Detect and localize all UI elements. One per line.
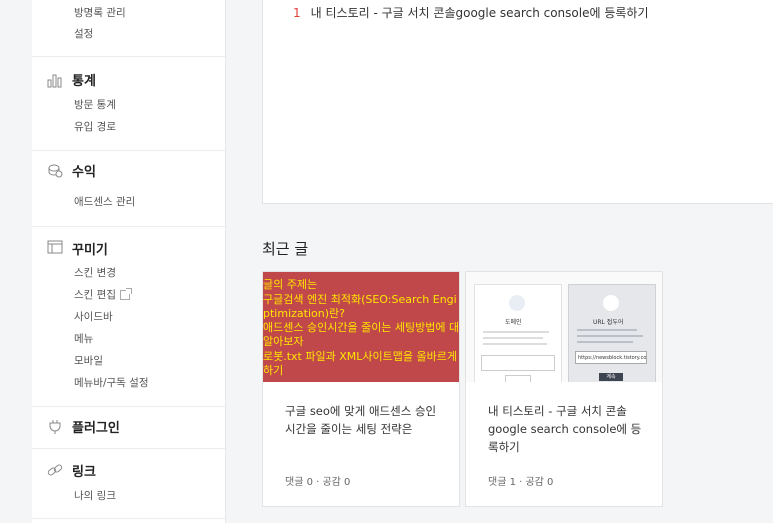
post-thumbnail: 도메인 URL 접두어 https://newsblock.tistory.co… [466,272,662,382]
popular-posts-panel: 1 내 티스토리 - 구글 서치 콘솔google search console에… [262,0,773,204]
thumb-url-field: https://newsblock.tistory.com/ [575,351,647,364]
decorate-section: 꾸미기 스킨 변경 스킨 편집 사이드바 메뉴 모바일 메뉴바/구독 설정 [32,226,225,407]
revenue-section: 수익 애드센스 관리 [32,150,225,227]
thumb-text-line: 알아보자 [263,335,304,348]
url-prefix-option-panel: URL 접두어 https://newsblock.tistory.com/ 계… [568,284,656,382]
post-card[interactable]: 글의 주제는 구글검색 엔진 최적화(SEO:Search Engi ptimi… [262,271,460,507]
stats-section: 통계 방문 통계 유입 경로 [32,56,225,151]
popular-post-row[interactable]: 1 내 티스토리 - 구글 서치 콘솔google search console에… [293,4,648,21]
globe-icon [603,295,619,311]
thumb-line [577,335,643,337]
thumb-text-line: 로봇.txt 파일과 XML사이트맵을 올바르게 [263,350,457,363]
link-icon [47,464,63,476]
post-meta: 댓글 0 · 공감 0 [285,477,351,488]
layout-icon [47,240,63,254]
sidebar-item-settings[interactable]: 설정 [74,26,93,41]
revenue-heading[interactable]: 수익 [72,161,96,180]
plugin-heading[interactable]: 플러그인 [72,417,120,436]
plugin-section: 플러그인 [32,406,225,449]
post-thumbnail: 글의 주제는 구글검색 엔진 최적화(SEO:Search Engi ptimi… [263,272,459,382]
post-title: 구글 seo에 맞게 애드센스 승인시간을 줄이는 세팅 전략은 [285,404,437,436]
thumb-line [483,343,547,345]
thumb-continue-button: 계속 [599,373,623,381]
sidebar-item-adsense[interactable]: 애드센스 관리 [74,194,135,209]
sidebar-item-menubar[interactable]: 메뉴바/구독 설정 [74,375,149,390]
post-meta: 댓글 1 · 공감 0 [488,477,554,488]
sidebar-item-sidebar[interactable]: 사이드바 [74,309,113,324]
sidebar-item-menu[interactable]: 메뉴 [74,331,93,346]
globe-icon [509,295,525,311]
rank-number: 1 [293,6,301,20]
sidebar-item-skin-change[interactable]: 스킨 변경 [74,265,116,280]
recent-posts-heading: 최근 글 [262,240,309,258]
domain-label: 도메인 [505,319,522,326]
thumb-line [577,329,637,331]
thumb-text-line: 하기 [263,364,284,377]
thumb-text-line: 글의 주제는 [263,278,318,291]
sidebar-item-mobile[interactable]: 모바일 [74,353,103,368]
thumb-line [577,341,633,343]
url-prefix-label: URL 접두어 [593,319,624,326]
popular-post-title: 내 티스토리 - 구글 서치 콘솔google search console에 … [310,6,649,20]
link-heading[interactable]: 링크 [72,461,96,480]
skin-edit-label: 스킨 편집 [74,289,116,301]
plug-icon [49,420,61,434]
domain-option-panel: 도메인 [474,284,562,382]
sidebar-item-visit-stats[interactable]: 방문 통계 [74,97,116,112]
sidebar-item-skin-edit[interactable]: 스킨 편집 [74,287,132,302]
sidebar-item-guestbook[interactable]: 방명록 관리 [74,5,126,20]
thumb-line [483,337,543,339]
thumb-line [483,331,549,333]
sidebar: 방명록 관리 설정 통계 방문 통계 유입 경로 수익 애드센스 관리 꾸미기 … [32,0,226,523]
post-card[interactable]: 도메인 URL 접두어 https://newsblock.tistory.co… [465,271,663,507]
bar-chart-icon [47,74,62,88]
settings-section: 방명록 관리 설정 [32,0,225,57]
thumb-input [481,355,555,371]
link-section: 링크 나의 링크 [32,448,225,519]
thumb-button [505,375,531,382]
sidebar-item-inflow[interactable]: 유입 경로 [74,119,116,134]
stats-heading[interactable]: 통계 [72,70,96,89]
sidebar-item-my-link[interactable]: 나의 링크 [74,488,116,503]
decorate-heading[interactable]: 꾸미기 [72,239,108,258]
post-title: 내 티스토리 - 구글 서치 콘솔google search console에 … [488,404,642,454]
coin-icon [48,164,63,178]
external-link-icon [119,288,132,300]
